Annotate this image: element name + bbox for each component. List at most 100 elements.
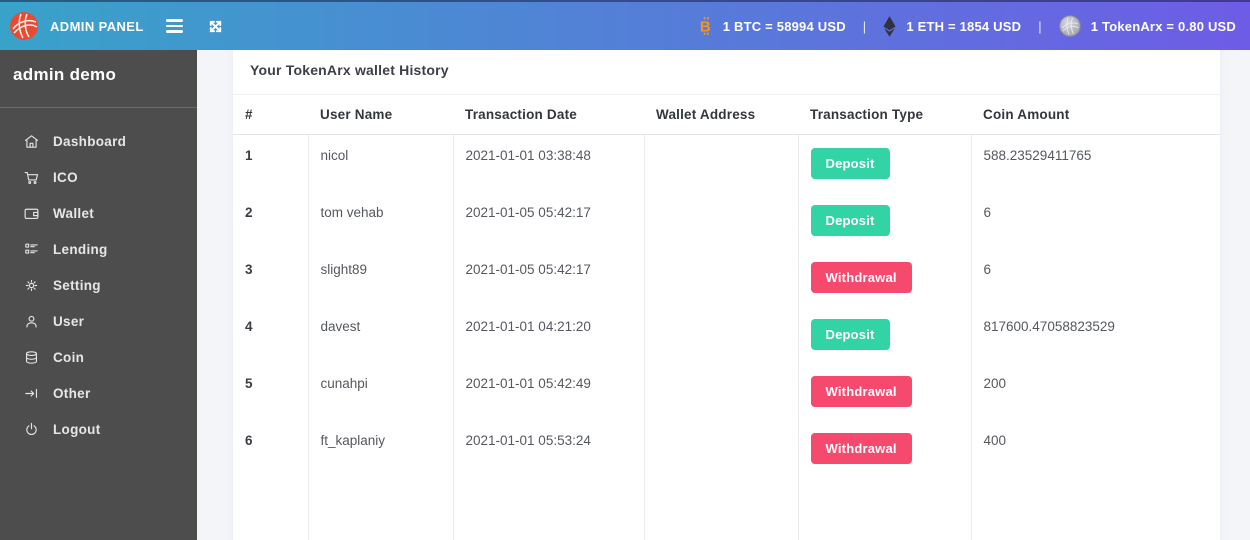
coin-amount-cell: 588.23529411765 <box>983 148 1092 163</box>
wallet-address-cell <box>644 306 799 363</box>
sidebar-nav: Dashboard ICO Wallet Lending Setting Use… <box>0 108 197 447</box>
sidebar-item-logout[interactable]: Logout <box>0 411 197 447</box>
transaction-date-cell: 2021-01-05 05:42:17 <box>453 192 645 249</box>
wallet-history-table: # User Name Transaction Date Wallet Addr… <box>233 95 1220 540</box>
row-number-cell: 5 <box>233 363 309 420</box>
user-name-cell: davest <box>308 306 454 363</box>
wallet-address-cell <box>644 249 799 306</box>
transaction-type-badge: Withdrawal <box>810 262 912 293</box>
transaction-type-cell: Withdrawal <box>798 420 972 477</box>
transaction-type-badge: Deposit <box>810 205 890 236</box>
transaction-date-cell: 2021-01-01 05:53:24 <box>453 420 645 477</box>
sidebar: admin demo Dashboard ICO Wallet Lending … <box>0 50 197 540</box>
filler-cell <box>233 477 309 540</box>
table-row: 2 tom vehab 2021-01-05 05:42:17 Deposit … <box>233 192 1220 249</box>
transaction-type-cell: Withdrawal <box>798 363 972 420</box>
table-body: 1 nicol 2021-01-01 03:38:48 Deposit 588.… <box>233 134 1220 477</box>
filler-cell <box>971 477 1220 540</box>
wallet-address-cell <box>644 192 799 249</box>
transaction-date-cell: 2021-01-01 05:42:49 <box>453 363 645 420</box>
transaction-type-cell: Deposit <box>798 306 972 363</box>
user-name-cell: slight89 <box>308 249 454 306</box>
col-header-index: # <box>233 95 308 135</box>
transaction-type-cell: Deposit <box>798 192 972 249</box>
col-header-user-name: User Name <box>308 95 453 135</box>
table-row: 5 cunahpi 2021-01-01 05:42:49 Withdrawal… <box>233 363 1220 420</box>
coin-amount-cell: 400 <box>983 433 1007 448</box>
user-name-cell: tom vehab <box>308 192 454 249</box>
menu-toggle-icon[interactable] <box>162 15 187 37</box>
cart-icon <box>24 171 39 184</box>
filler-cell <box>798 477 972 540</box>
sidebar-item-label: Wallet <box>53 205 95 221</box>
transaction-type-badge: Deposit <box>810 319 890 350</box>
wallet-icon <box>24 208 39 219</box>
transaction-type-badge: Withdrawal <box>810 433 912 464</box>
table-header: # User Name Transaction Date Wallet Addr… <box>233 95 1220 135</box>
transaction-date-cell: 2021-01-01 03:38:48 <box>453 134 645 192</box>
user-name-cell: nicol <box>308 134 454 192</box>
col-header-transaction-type: Transaction Type <box>798 95 971 135</box>
price-tickers: B 1 BTC = 58994 USD | 1 ETH = 1854 USD | <box>698 15 1250 37</box>
sidebar-item-label: User <box>53 313 85 329</box>
col-header-coin-amount: Coin Amount <box>971 95 1220 135</box>
home-icon <box>24 134 39 148</box>
sidebar-item-user[interactable]: User <box>0 303 197 339</box>
table-row: 4 davest 2021-01-01 04:21:20 Deposit 817… <box>233 306 1220 363</box>
wallet-history-card: Your TokenArx wallet History # User Name… <box>233 40 1220 540</box>
col-header-transaction-date: Transaction Date <box>453 95 644 135</box>
sidebar-item-label: Logout <box>53 421 101 437</box>
transaction-type-cell: Withdrawal <box>798 249 972 306</box>
transaction-type-badge: Withdrawal <box>810 376 912 407</box>
sidebar-user-name: admin demo <box>0 50 197 108</box>
filler-cell <box>644 477 799 540</box>
user-icon <box>26 315 37 328</box>
sidebar-item-lending[interactable]: Lending <box>0 231 197 267</box>
filler-row <box>233 477 1220 540</box>
lending-list-icon <box>25 243 38 254</box>
sidebar-item-ico[interactable]: ICO <box>0 159 197 195</box>
user-name-cell: ft_kaplaniy <box>308 420 454 477</box>
coin-amount-cell: 817600.47058823529 <box>983 319 1115 334</box>
tokenarx-coin-icon <box>1058 15 1081 37</box>
coin-amount-cell: 6 <box>983 205 992 220</box>
sidebar-item-wallet[interactable]: Wallet <box>0 195 197 231</box>
coin-amount-cell: 200 <box>983 376 1007 391</box>
wallet-address-cell <box>644 134 799 192</box>
app-logo-icon <box>10 12 38 40</box>
sidebar-item-label: Coin <box>53 349 85 365</box>
sidebar-item-label: ICO <box>53 169 78 185</box>
wallet-address-cell <box>644 420 799 477</box>
row-number-cell: 4 <box>233 306 309 363</box>
row-number-cell: 3 <box>233 249 309 306</box>
fullscreen-toggle-icon[interactable] <box>203 14 228 39</box>
ticker-separator: | <box>862 18 867 34</box>
user-name-cell: cunahpi <box>308 363 454 420</box>
wallet-address-cell <box>644 363 799 420</box>
ticker-separator: | <box>1038 18 1042 34</box>
sidebar-item-dashboard[interactable]: Dashboard <box>0 123 197 159</box>
btc-ticker: B 1 BTC = 58994 USD <box>698 16 846 36</box>
sidebar-item-other[interactable]: Other <box>0 375 197 411</box>
gear-icon <box>25 279 38 291</box>
sidebar-item-coin[interactable]: Coin <box>0 339 197 375</box>
main-content: Your TokenArx wallet History # User Name… <box>197 0 1250 540</box>
sidebar-item-label: Dashboard <box>53 133 127 149</box>
power-icon <box>26 422 37 435</box>
arrow-to-bar-icon <box>25 388 38 398</box>
filler-cell <box>308 477 454 540</box>
brand-title: ADMIN PANEL <box>50 18 144 34</box>
sidebar-item-setting[interactable]: Setting <box>0 267 197 303</box>
coin-amount-cell: 6 <box>983 262 992 277</box>
coin-stack-icon <box>25 350 38 364</box>
row-number-cell: 6 <box>233 420 309 477</box>
eth-icon <box>883 15 896 37</box>
sidebar-item-label: Other <box>53 385 91 401</box>
table-row: 6 ft_kaplaniy 2021-01-01 05:53:24 Withdr… <box>233 420 1220 477</box>
transaction-date-cell: 2021-01-05 05:42:17 <box>453 249 645 306</box>
row-number-cell: 1 <box>233 134 309 192</box>
tokenarx-ticker: 1 TokenArx = 0.80 USD <box>1058 15 1236 37</box>
filler-cell <box>453 477 645 540</box>
sidebar-item-label: Setting <box>53 277 101 293</box>
brand: ADMIN PANEL <box>0 11 150 41</box>
